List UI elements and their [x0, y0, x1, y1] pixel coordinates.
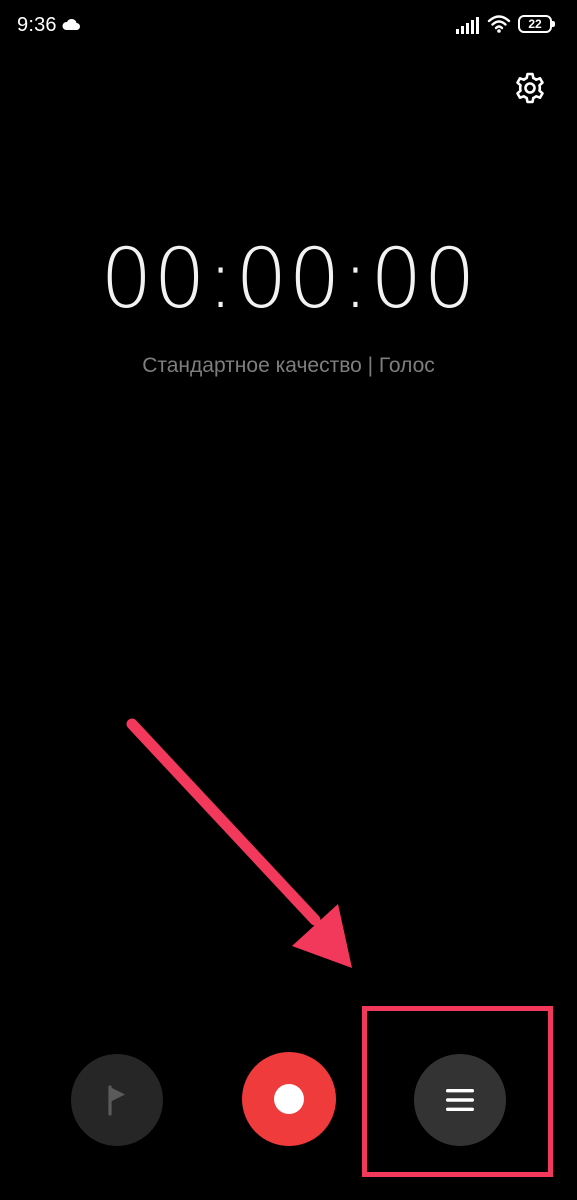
flag-button[interactable] — [71, 1054, 163, 1146]
battery-tip — [552, 21, 555, 27]
record-icon — [274, 1084, 304, 1114]
arrow-icon — [126, 718, 352, 968]
battery-level: 22 — [528, 17, 542, 31]
flag-icon — [108, 1085, 125, 1116]
gear-icon — [516, 72, 544, 104]
recording-mode-label: Стандартное качество | Голос — [142, 354, 435, 377]
settings-button[interactable] — [510, 68, 550, 108]
signal-icon — [456, 17, 479, 34]
status-time: 9:36 — [17, 14, 57, 36]
timer-display: 00:00:00 — [100, 232, 477, 327]
wifi-icon — [487, 15, 511, 33]
record-button[interactable] — [242, 1052, 336, 1146]
status-bar: 9:36 22 — [0, 0, 577, 50]
cloud-icon — [62, 18, 80, 30]
list-icon — [446, 1089, 474, 1111]
recordings-list-button[interactable] — [414, 1054, 506, 1146]
battery-icon: 22 — [518, 15, 552, 33]
